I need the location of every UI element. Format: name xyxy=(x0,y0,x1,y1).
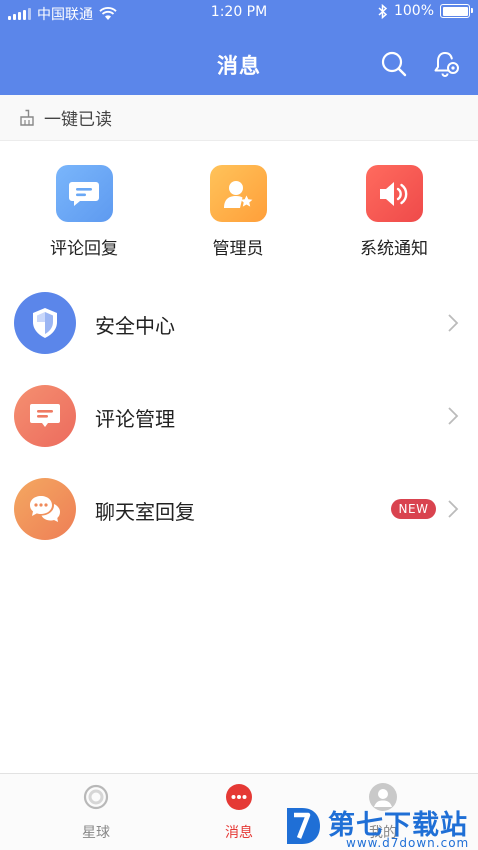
planet-icon xyxy=(83,784,109,810)
chevron-right-icon xyxy=(448,314,459,332)
status-right: 100% xyxy=(378,3,473,19)
list-item-chatroom-reply[interactable]: 聊天室回复 NEW xyxy=(0,478,478,571)
watermark-logo-icon xyxy=(287,808,320,844)
list-item-label: 聊天室回复 xyxy=(95,500,195,524)
tab-planet[interactable]: 星球 xyxy=(46,782,146,842)
quick-action-label: 管理员 xyxy=(212,239,264,259)
bluetooth-icon xyxy=(378,3,388,19)
shield-icon xyxy=(14,292,76,354)
message-icon xyxy=(226,784,252,810)
chevron-right-icon xyxy=(448,407,459,425)
comment-icon xyxy=(55,165,113,222)
chevron-right-icon xyxy=(448,500,459,518)
new-badge: NEW xyxy=(391,499,436,519)
quick-action-comment-reply[interactable]: 评论回复 xyxy=(19,165,149,259)
tab-label: 消息 xyxy=(225,825,253,841)
watermark: 第七下载站 www.d7down.com xyxy=(284,799,478,850)
quick-action-label: 评论回复 xyxy=(50,239,118,259)
status-bar: 中国联通 1:20 PM 100% xyxy=(0,0,478,26)
list-item-label: 安全中心 xyxy=(95,314,175,338)
chat-icon xyxy=(14,478,76,540)
tab-message[interactable]: 消息 xyxy=(189,782,289,842)
app-header: 中国联通 1:20 PM 100% 消息 xyxy=(0,0,478,95)
battery-percent: 100% xyxy=(393,3,434,19)
broom-icon xyxy=(20,109,34,126)
quick-action-system-notice[interactable]: 系统通知 xyxy=(329,165,459,259)
list-item-security-center[interactable]: 安全中心 xyxy=(0,292,478,385)
list-item-comment-management[interactable]: 评论管理 xyxy=(0,385,478,478)
battery-icon xyxy=(440,4,473,18)
search-icon[interactable] xyxy=(380,50,408,78)
quick-action-admin[interactable]: 管理员 xyxy=(173,165,303,259)
watermark-url: www.d7down.com xyxy=(346,836,470,850)
mark-all-read-button[interactable]: 一键已读 xyxy=(0,95,478,141)
mark-all-read-label: 一键已读 xyxy=(44,110,112,130)
tab-label: 星球 xyxy=(82,825,110,841)
notification-settings-icon[interactable] xyxy=(431,49,461,79)
admin-icon xyxy=(209,165,267,222)
comment-icon xyxy=(14,385,76,447)
quick-action-label: 系统通知 xyxy=(360,239,428,259)
speaker-icon xyxy=(365,165,423,222)
list-item-label: 评论管理 xyxy=(95,407,175,431)
